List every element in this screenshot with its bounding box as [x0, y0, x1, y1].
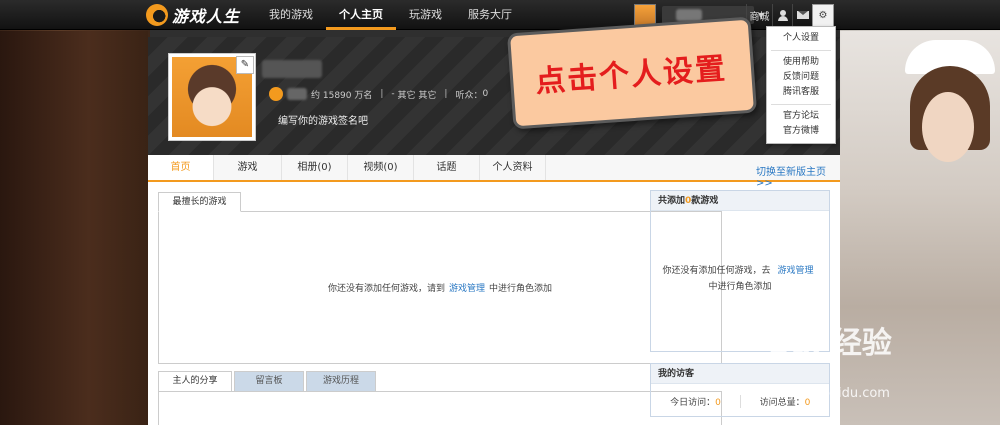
menu-item-official-forum[interactable]: 官方论坛: [767, 109, 835, 124]
tab-videos[interactable]: 视频(0): [348, 155, 414, 180]
rank-badge-icon: [269, 87, 283, 101]
switch-new-homepage-link[interactable]: 切换至新版主页>>: [756, 163, 840, 189]
menu-item-personal-settings[interactable]: 个人设置: [767, 31, 835, 46]
rank-text: 约 15890 万名: [311, 90, 373, 101]
listeners-count[interactable]: 0: [482, 89, 488, 99]
baidu-watermark: Bai 经验: [768, 326, 892, 361]
menu-item-official-weibo[interactable]: 官方微博: [767, 124, 835, 139]
listeners-label: 听众：: [455, 90, 483, 101]
tab-home[interactable]: 首页: [148, 155, 214, 180]
best-games-box: 你还没有添加任何游戏，请到 游戏管理 中进行角色添加: [158, 211, 722, 364]
main-nav: 我的游戏 个人主页 玩游戏 服务大厅: [256, 0, 525, 30]
tab-owner-share[interactable]: 主人的分享: [158, 371, 232, 392]
tab-message-board[interactable]: 留言板: [234, 371, 304, 392]
game-management-link[interactable]: 游戏管理: [777, 266, 813, 276]
menu-item-help[interactable]: 使用帮助: [767, 55, 835, 70]
friends-button[interactable]: [772, 4, 792, 26]
site-logo[interactable]: 游戏人生: [146, 4, 240, 26]
background-nurse-face: [922, 92, 974, 162]
background-left-art: [0, 31, 148, 425]
best-games-empty-message: 你还没有添加任何游戏，请到 游戏管理 中进行角色添加: [159, 212, 721, 363]
menu-item-tencent-service[interactable]: 腾讯客服: [767, 85, 835, 100]
profile-name-redacted: [262, 60, 322, 78]
settings-button[interactable]: ⚙: [812, 4, 834, 26]
nav-personal-home[interactable]: 个人主页: [326, 0, 396, 30]
rank-redacted: [287, 88, 307, 100]
logo-icon: [146, 4, 168, 26]
menu-item-feedback[interactable]: 反馈问题: [767, 70, 835, 85]
profile-stats: 约 15890 万名 | - 其它 其它 | 听众： 0: [269, 86, 488, 102]
nav-service-hall[interactable]: 服务大厅: [455, 0, 525, 30]
settings-dropdown-menu: 个人设置 使用帮助 反馈问题 腾讯客服 官方论坛 官方微博: [766, 26, 836, 144]
added-games-title: 共添加0款游戏: [651, 191, 829, 211]
profile-main-container: ✎ 约 15890 万名 | - 其它 其它 | 听众： 0 编写你的游戏签名吧…: [148, 16, 840, 425]
pencil-icon[interactable]: ✎: [236, 56, 254, 74]
messages-button[interactable]: [792, 4, 812, 26]
baidu-watermark-url: jingyan.baidu.com: [770, 386, 890, 401]
nav-my-games[interactable]: 我的游戏: [256, 0, 326, 30]
location-text: 其它 其它: [397, 90, 437, 101]
user-icon: [777, 9, 788, 21]
added-games-empty-message: 你还没有添加任何游戏，去 游戏管理 中进行角色添加: [662, 266, 814, 292]
tab-profile-info[interactable]: 个人资料: [480, 155, 546, 180]
best-games-tab[interactable]: 最擅长的游戏: [158, 192, 241, 212]
visitors-title: 我的访客: [651, 364, 829, 384]
share-content-box: [158, 391, 722, 425]
tab-albums[interactable]: 相册(0): [282, 155, 348, 180]
tab-topics[interactable]: 话题: [414, 155, 480, 180]
logo-text: 游戏人生: [172, 7, 241, 26]
menu-divider: [771, 104, 831, 105]
profile-tabs: 首页 游戏 相册(0) 视频(0) 话题 个人资料: [148, 155, 840, 182]
signature-text[interactable]: 编写你的游戏签名吧: [278, 112, 368, 127]
mail-icon: [796, 11, 809, 19]
best-games-panel: 最擅长的游戏 你还没有添加任何游戏，请到 游戏管理 中进行角色添加: [158, 192, 722, 364]
gear-icon: ⚙: [818, 10, 828, 21]
annotation-callout: 点击个人设置: [506, 16, 758, 130]
tab-games[interactable]: 游戏: [214, 155, 282, 180]
nav-play-games[interactable]: 玩游戏: [396, 0, 455, 30]
game-management-link[interactable]: 游戏管理: [449, 281, 485, 294]
tab-game-history[interactable]: 游戏历程: [306, 371, 376, 392]
top-right-tools: 商城 ⚙: [746, 4, 834, 26]
bottom-tabs: 主人的分享 留言板 游戏历程: [158, 371, 378, 392]
menu-divider: [771, 50, 831, 51]
callout-text: 点击个人设置: [534, 51, 729, 100]
today-visits: 今日访问：0: [670, 397, 721, 408]
top-navigation-bar: 游戏人生 我的游戏 个人主页 玩游戏 服务大厅 ▼ 商城 ⚙: [0, 0, 1000, 30]
